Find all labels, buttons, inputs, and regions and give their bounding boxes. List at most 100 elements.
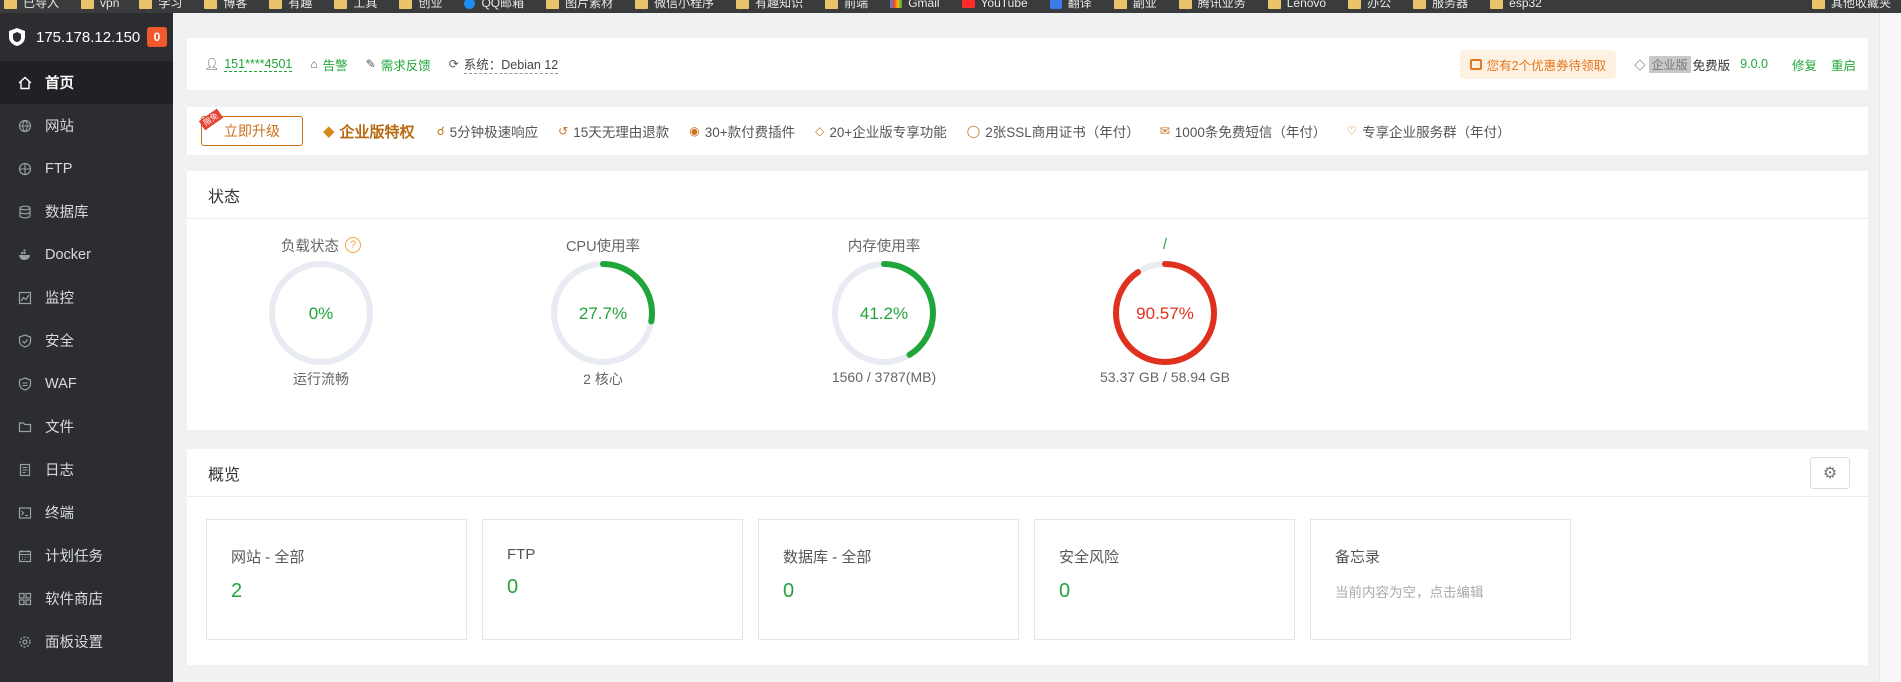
sidebar-item-website[interactable]: 网站 [0, 104, 173, 147]
sidebar: 175.178.12.150 0 首页 网站 FTP 数据库 Docker 监控… [0, 13, 173, 682]
mail-icon: ✉ [1159, 124, 1170, 138]
bookmark-knowledge[interactable]: 有趣知识 [736, 0, 803, 10]
fast-response-icon: ☌ [436, 124, 445, 138]
folder-icon [204, 0, 218, 9]
card-value[interactable]: 0 [1059, 580, 1294, 603]
feedback-icon: ✎ [365, 57, 376, 71]
bookmark-startup[interactable]: 创业 [399, 0, 442, 10]
bookmark-images[interactable]: 图片素材 [546, 0, 613, 10]
bookmark-fun[interactable]: 有趣 [269, 0, 312, 10]
card-value[interactable]: 0 [783, 580, 1018, 603]
bookmark-imported[interactable]: 已导入 [4, 0, 59, 10]
sidebar-item-logs[interactable]: 日志 [0, 448, 173, 491]
bookmark-miniprogram[interactable]: 微信小程序 [635, 0, 714, 10]
upgrade-button[interactable]: 限免 立即升级 [198, 108, 303, 146]
gauge-memory[interactable]: 内存使用率 41.2% 1560 / 3787(MB) [794, 235, 974, 386]
page-scrollbar[interactable] [1879, 13, 1901, 682]
bookmark-tools[interactable]: 工具 [334, 0, 377, 10]
overview-card-databases[interactable]: 数据库 - 全部 0 [758, 519, 1019, 640]
gauge-title: 负载状态 [281, 238, 339, 255]
gauge-cpu[interactable]: CPU使用率 27.7% 2 核心 [513, 235, 693, 389]
enterprise-label: 企业版 [1648, 55, 1691, 73]
diamond-icon: ◇ [1634, 56, 1646, 73]
sidebar-item-settings[interactable]: 面板设置 [0, 620, 173, 663]
sidebar-item-monitor[interactable]: 监控 [0, 276, 173, 319]
overview-card-ftp[interactable]: FTP 0 [482, 519, 743, 640]
terminal-icon [18, 506, 32, 520]
overview-panel: 概览 ⚙ 网站 - 全部 2 FTP 0 数据库 - 全部 0 安全风险 0 备… [187, 449, 1868, 665]
sidebar-item-docker[interactable]: Docker [0, 233, 173, 276]
gauge-disk[interactable]: / 90.57% 53.37 GB / 58.94 GB [1075, 235, 1255, 385]
card-value[interactable]: 0 [507, 576, 742, 599]
server-ip: 175.178.12.150 [36, 28, 141, 46]
user-icon: 👤︎ [204, 57, 220, 71]
bookmark-translate[interactable]: 翻译 [1049, 0, 1092, 10]
notification-badge[interactable]: 0 [147, 27, 167, 47]
bookmark-office[interactable]: 办公 [1348, 0, 1391, 10]
bookmark-sidejob[interactable]: 副业 [1113, 0, 1157, 10]
feature-item: ♡ 专享企业服务群（年付） [1346, 124, 1511, 140]
sidebar-item-store[interactable]: 软件商店 [0, 577, 173, 620]
enterprise-privilege[interactable]: ◆ 企业版特权 [323, 121, 415, 142]
feature-item: ✉ 1000条免费短信（年付） [1159, 124, 1327, 140]
sidebar-item-files[interactable]: 文件 [0, 405, 173, 448]
folder-icon [1267, 0, 1281, 9]
sidebar-item-label: Docker [45, 246, 91, 263]
card-value[interactable]: 2 [231, 580, 466, 603]
folder-icon [825, 0, 839, 9]
bookmark-vpn[interactable]: vpn [81, 0, 119, 10]
upgrade-tag: 限免 [198, 108, 224, 131]
overview-card-memo[interactable]: 备忘录 当前内容为空，点击编辑 [1310, 519, 1571, 640]
sidebar-item-waf[interactable]: WAF [0, 362, 173, 405]
folder-icon [1113, 0, 1127, 9]
sidebar-item-database[interactable]: 数据库 [0, 190, 173, 233]
bookmark-lenovo[interactable]: Lenovo [1267, 0, 1326, 10]
memo-placeholder[interactable]: 当前内容为空，点击编辑 [1335, 581, 1570, 601]
version-number[interactable]: 9.0.0 [1740, 57, 1768, 71]
home-icon [18, 76, 32, 90]
repair-button[interactable]: 修复 [1792, 55, 1817, 74]
bookmark-study[interactable]: 学习 [139, 0, 182, 10]
gauge-subtitle: 2 核心 [583, 371, 623, 387]
sidebar-item-cron[interactable]: 计划任务 [0, 534, 173, 577]
gauge-value: 90.57% [1136, 304, 1194, 323]
bookmark-gmail[interactable]: Gmail [890, 0, 940, 10]
bookmark-youtube[interactable]: YouTube [961, 0, 1028, 10]
restart-button[interactable]: 重启 [1831, 55, 1856, 74]
overview-card-security[interactable]: 安全风险 0 [1034, 519, 1295, 640]
gauge-ring: 90.57% [1113, 261, 1217, 365]
bookmark-other[interactable]: 其他收藏夹 [1811, 0, 1891, 10]
edition-info[interactable]: ◇ 企业版 免费版 9.0.0 [1634, 55, 1768, 74]
service-heart-icon: ♡ [1346, 124, 1358, 138]
bookmark-esp32[interactable]: esp32 [1490, 0, 1542, 10]
sidebar-item-ftp[interactable]: FTP [0, 147, 173, 190]
system-icon: ⟳ [448, 57, 459, 71]
feedback-link[interactable]: ✎ 需求反馈 [366, 55, 431, 74]
user-account-link[interactable]: 👤︎ 151****4501 [204, 57, 293, 72]
sidebar-item-security[interactable]: 安全 [0, 319, 173, 362]
sidebar-item-label: 文件 [45, 420, 74, 436]
bookmark-server[interactable]: 服务器 [1413, 0, 1468, 10]
bookmark-qqmail[interactable]: QQ邮箱 [464, 0, 524, 10]
gauge-value: 41.2% [860, 304, 908, 323]
sidebar-item-home[interactable]: 首页 [0, 61, 173, 104]
help-icon[interactable]: ? [345, 237, 361, 253]
sidebar-item-label: 日志 [45, 463, 74, 479]
sidebar-item-terminal[interactable]: 终端 [0, 491, 173, 534]
gmail-icon [890, 0, 903, 8]
coupon-button[interactable]: 您有2个优惠券待领取 [1459, 49, 1617, 79]
sidebar-item-label: FTP [45, 160, 73, 177]
overview-card-websites[interactable]: 网站 - 全部 2 [206, 519, 467, 640]
edition-label: 免费版 [1692, 58, 1731, 73]
folder-icon [139, 0, 153, 9]
plugin-icon: ◉ [689, 124, 700, 138]
gauge-value: 27.7% [579, 304, 627, 323]
bookmark-blog[interactable]: 博客 [204, 0, 247, 10]
overview-settings-button[interactable]: ⚙ [1810, 456, 1850, 489]
feature-item: ◉ 30+款付费插件 [689, 124, 796, 140]
alert-link[interactable]: ⌂ 告警 [310, 55, 347, 74]
bookmark-tencent[interactable]: 腾讯业务 [1178, 0, 1246, 10]
gauge-load[interactable]: 负载状态? 0% 运行流畅 [231, 235, 411, 389]
qq-icon [464, 0, 476, 9]
bookmark-frontend[interactable]: 前端 [825, 0, 868, 10]
